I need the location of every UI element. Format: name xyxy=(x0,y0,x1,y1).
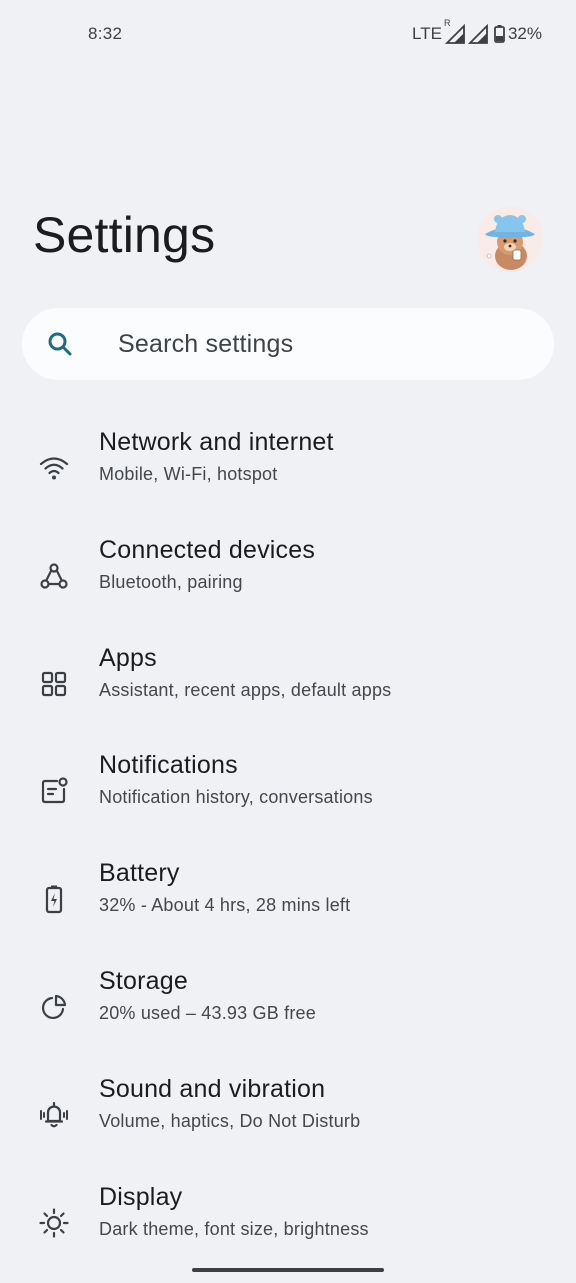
settings-item-subtitle: Dark theme, font size, brightness xyxy=(99,1219,369,1239)
settings-item-subtitle: Volume, haptics, Do Not Disturb xyxy=(99,1111,361,1131)
page-title: Settings xyxy=(33,207,216,263)
battery-percent: 32% xyxy=(507,24,542,43)
avatar[interactable] xyxy=(477,206,543,272)
settings-item-subtitle: Notification history, conversations xyxy=(99,787,373,807)
status-icons: LTE R 32% xyxy=(412,18,542,46)
settings-item-title: Network and internet xyxy=(99,428,334,456)
settings-item-network[interactable]: Network and internet Mobile, Wi-Fi, hots… xyxy=(0,428,576,528)
settings-item-connected-devices[interactable]: Connected devices Bluetooth, pairing xyxy=(0,536,576,636)
storage-icon xyxy=(41,994,67,1020)
settings-item-storage[interactable]: Storage 20% used – 43.93 GB free xyxy=(0,967,576,1067)
search-icon xyxy=(48,332,72,356)
status-bar: 8:32 LTE R 32% xyxy=(0,0,576,68)
battery-icon xyxy=(45,885,63,914)
settings-item-title: Storage xyxy=(99,967,188,995)
notifications-icon xyxy=(41,777,68,804)
battery-status-icon xyxy=(494,25,505,43)
signal-icon xyxy=(467,24,488,44)
apps-grid-icon xyxy=(41,671,67,697)
bear-avatar-icon xyxy=(477,206,543,272)
settings-item-sound[interactable]: Sound and vibration Volume, haptics, Do … xyxy=(0,1075,576,1175)
settings-item-title: Notifications xyxy=(99,751,238,779)
gesture-nav-handle[interactable] xyxy=(192,1268,384,1272)
wifi-icon xyxy=(39,457,69,480)
settings-item-apps[interactable]: Apps Assistant, recent apps, default app… xyxy=(0,644,576,744)
sound-vibration-icon xyxy=(40,1101,68,1128)
settings-item-title: Apps xyxy=(99,644,157,672)
search-input[interactable]: Search settings xyxy=(118,330,293,359)
settings-item-subtitle: 32% - About 4 hrs, 28 mins left xyxy=(99,895,351,915)
settings-item-title: Display xyxy=(99,1183,183,1211)
display-brightness-icon xyxy=(39,1208,69,1238)
settings-item-subtitle: Mobile, Wi-Fi, hotspot xyxy=(99,464,278,484)
settings-item-title: Sound and vibration xyxy=(99,1075,326,1103)
network-type: LTE xyxy=(412,24,442,43)
settings-item-title: Battery xyxy=(99,859,180,887)
status-time: 8:32 xyxy=(88,24,123,43)
settings-item-subtitle: Assistant, recent apps, default apps xyxy=(99,680,392,700)
settings-item-subtitle: Bluetooth, pairing xyxy=(99,572,243,592)
settings-item-title: Connected devices xyxy=(99,536,316,564)
settings-item-notifications[interactable]: Notifications Notification history, conv… xyxy=(0,751,576,851)
connected-devices-icon xyxy=(40,563,68,589)
settings-item-subtitle: 20% used – 43.93 GB free xyxy=(99,1003,316,1023)
roaming-indicator: R xyxy=(443,18,451,28)
settings-item-battery[interactable]: Battery 32% - About 4 hrs, 28 mins left xyxy=(0,859,576,959)
signal-roaming-icon: R xyxy=(444,18,465,44)
search-bar[interactable]: Search settings xyxy=(22,308,554,380)
